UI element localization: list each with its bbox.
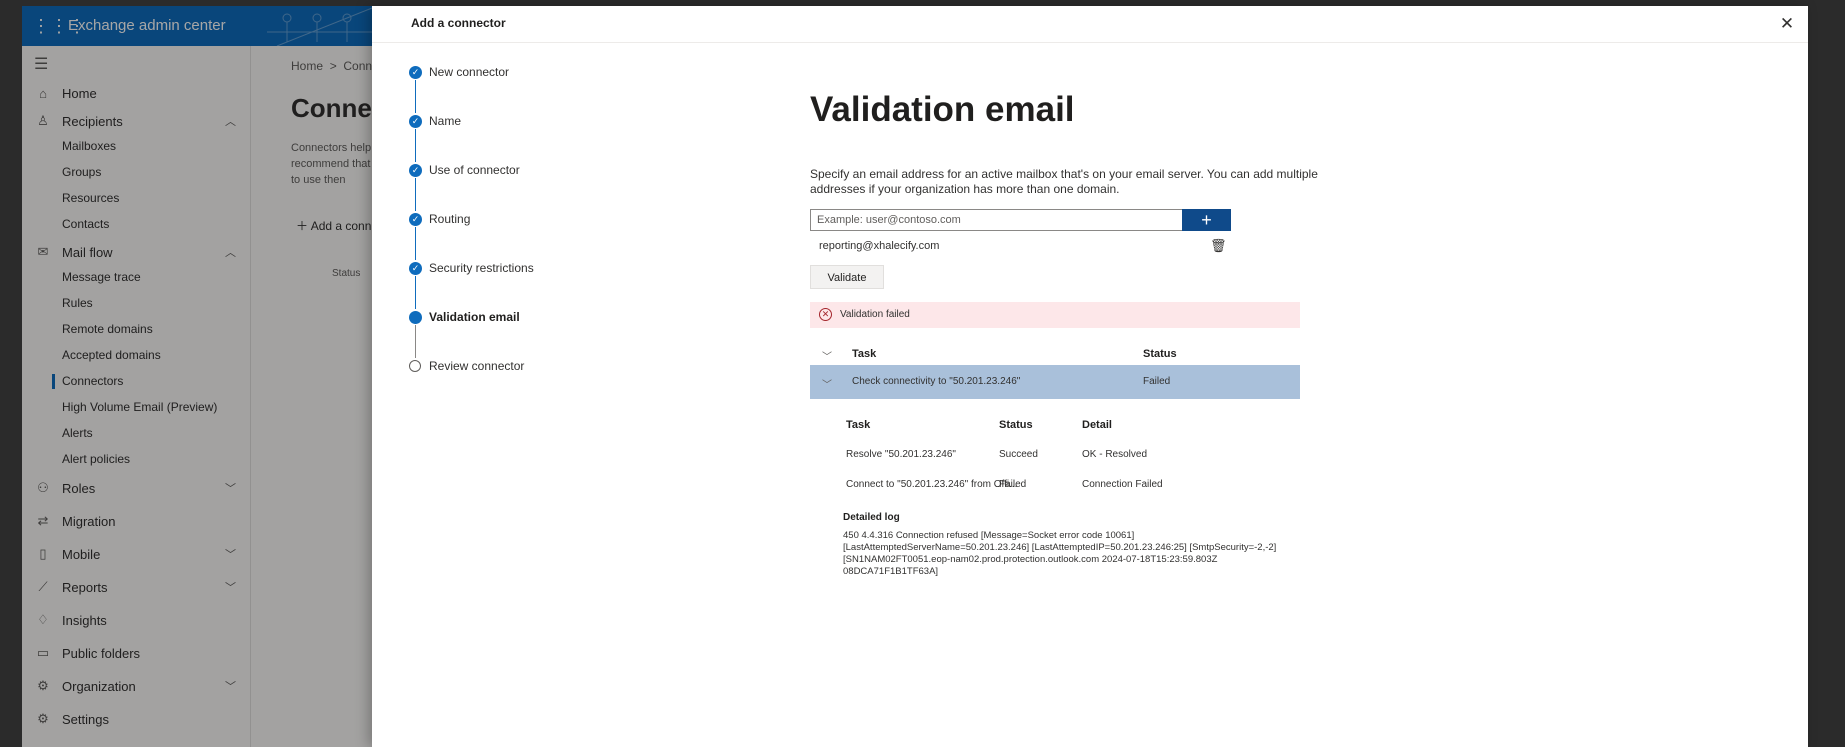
- error-message-bar: ✕ Validation failed: [810, 302, 1300, 328]
- section-heading: Validation email: [810, 90, 1075, 129]
- checkmark-icon: ✓: [409, 115, 422, 128]
- row-task: Check connectivity to "50.201.23.246": [852, 376, 1021, 387]
- step-new-connector[interactable]: ✓ New connector: [409, 64, 609, 84]
- step-review-connector[interactable]: Review connector: [409, 358, 609, 378]
- error-circle-icon: ✕: [819, 308, 832, 321]
- subtask-header-detail: Detail: [1082, 419, 1112, 431]
- panel-header: Add a connector ✕: [372, 6, 1808, 43]
- step-label: Validation email: [429, 310, 520, 324]
- step-validation-email[interactable]: Validation email: [409, 309, 609, 329]
- panel-title: Add a connector: [411, 16, 506, 30]
- subtask-header-task: Task: [846, 419, 871, 431]
- add-connector-panel: Add a connector ✕ ✓ New connector ✓ Name…: [372, 6, 1808, 747]
- step-connector-line: [415, 227, 416, 260]
- empty-circle-icon: [409, 360, 421, 372]
- table-row[interactable]: ﹀ Check connectivity to "50.201.23.246" …: [810, 365, 1300, 399]
- detailed-log-text: 450 4.4.316 Connection refused [Message=…: [843, 530, 1277, 577]
- email-input[interactable]: [810, 209, 1182, 231]
- step-connector-line: [415, 80, 416, 113]
- plus-icon: +: [1201, 210, 1212, 230]
- error-text: Validation failed: [840, 309, 910, 320]
- subtask-task: Resolve "50.201.23.246": [846, 449, 956, 460]
- step-connector-line: [415, 276, 416, 309]
- step-label: Review connector: [429, 359, 525, 373]
- status-column-header: Status: [1143, 348, 1177, 360]
- task-column-header: Task: [852, 348, 877, 360]
- subtask-header-status: Status: [999, 419, 1033, 431]
- checkmark-icon: ✓: [409, 164, 422, 177]
- row-status: Failed: [1143, 376, 1171, 387]
- expand-all-chevron-icon[interactable]: ﹀: [822, 348, 832, 363]
- checkmark-icon: ✓: [409, 66, 422, 79]
- current-step-dot-icon: [409, 311, 422, 324]
- chevron-down-icon[interactable]: ﹀: [822, 376, 832, 391]
- step-label: Routing: [429, 212, 471, 226]
- added-email: reporting@xhalecify.com: [819, 240, 940, 252]
- step-label: Security restrictions: [429, 261, 534, 275]
- step-label: New connector: [429, 65, 510, 79]
- delete-icon[interactable]: 🗑: [1210, 238, 1227, 254]
- checkmark-icon: ✓: [409, 213, 422, 226]
- step-security-restrictions[interactable]: ✓ Security restrictions: [409, 260, 609, 280]
- subtask-detail: Connection Failed: [1082, 479, 1163, 490]
- step-use-of-connector[interactable]: ✓ Use of connector: [409, 162, 609, 182]
- subtask-status: Succeed: [999, 449, 1038, 460]
- subtask-detail: OK - Resolved: [1082, 449, 1148, 460]
- step-routing[interactable]: ✓ Routing: [409, 211, 609, 231]
- section-description: Specify an email address for an active m…: [810, 167, 1318, 196]
- step-connector-line: [415, 325, 416, 358]
- add-email-button[interactable]: +: [1182, 209, 1231, 231]
- step-name[interactable]: ✓ Name: [409, 113, 609, 133]
- step-connector-line: [415, 129, 416, 162]
- step-label: Name: [429, 114, 462, 128]
- subtask-task: Connect to "50.201.23.246" from Offi...: [846, 479, 1018, 490]
- validate-button[interactable]: Validate: [810, 265, 884, 289]
- detailed-log-title: Detailed log: [843, 512, 900, 523]
- step-connector-line: [415, 178, 416, 211]
- close-button[interactable]: ✕: [1776, 13, 1798, 35]
- step-label: Use of connector: [429, 163, 520, 177]
- subtask-status: Failed: [999, 479, 1027, 490]
- checkmark-icon: ✓: [409, 262, 422, 275]
